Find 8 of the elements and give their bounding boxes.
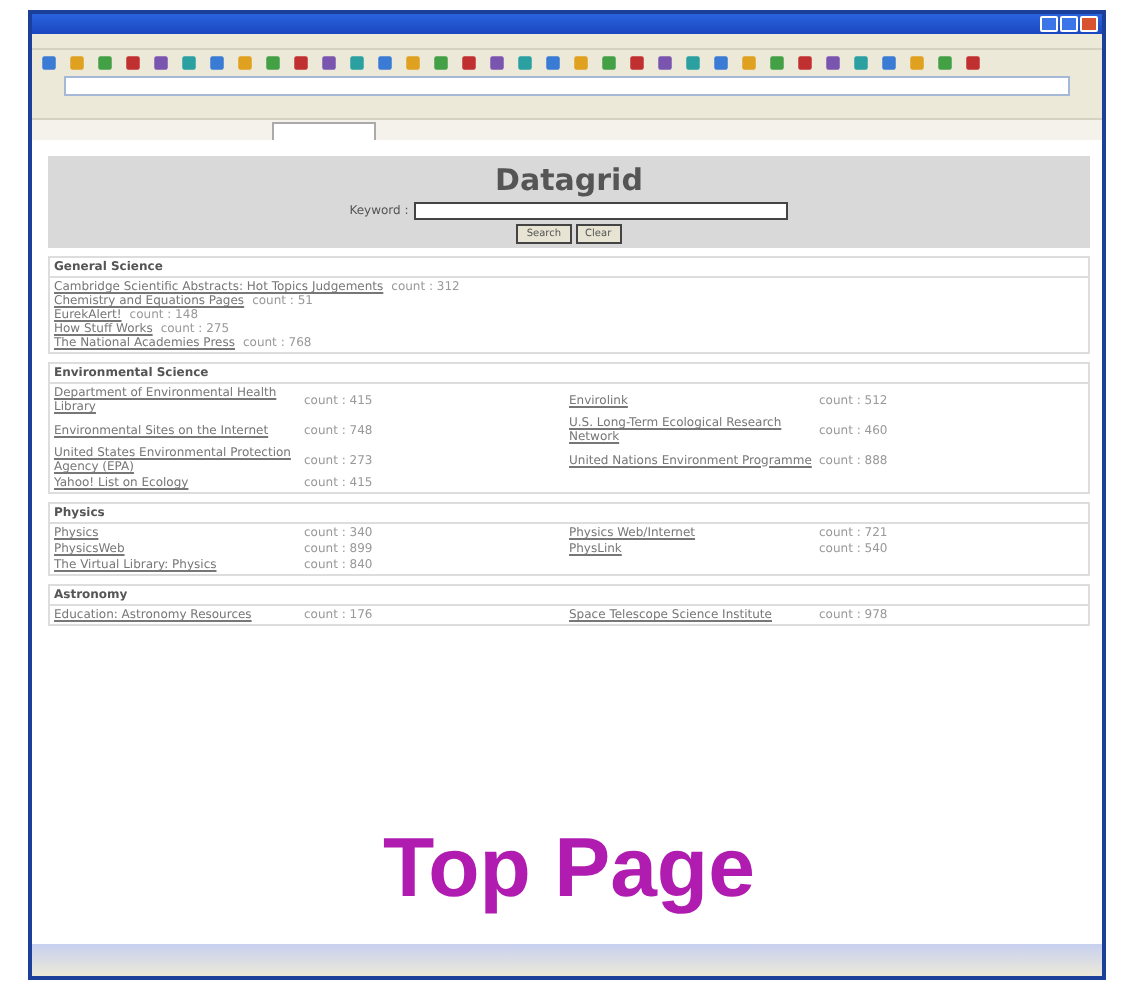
browser-tab[interactable]	[272, 122, 376, 140]
address-field[interactable]	[64, 75, 1070, 95]
page-heading: Datagrid	[495, 162, 643, 198]
maximize-button[interactable]	[1060, 16, 1078, 32]
caption-text: Top Page	[381, 820, 757, 916]
close-button[interactable]	[1080, 16, 1098, 32]
minimize-button[interactable]	[1040, 16, 1058, 32]
keyword-field[interactable]	[414, 202, 789, 220]
